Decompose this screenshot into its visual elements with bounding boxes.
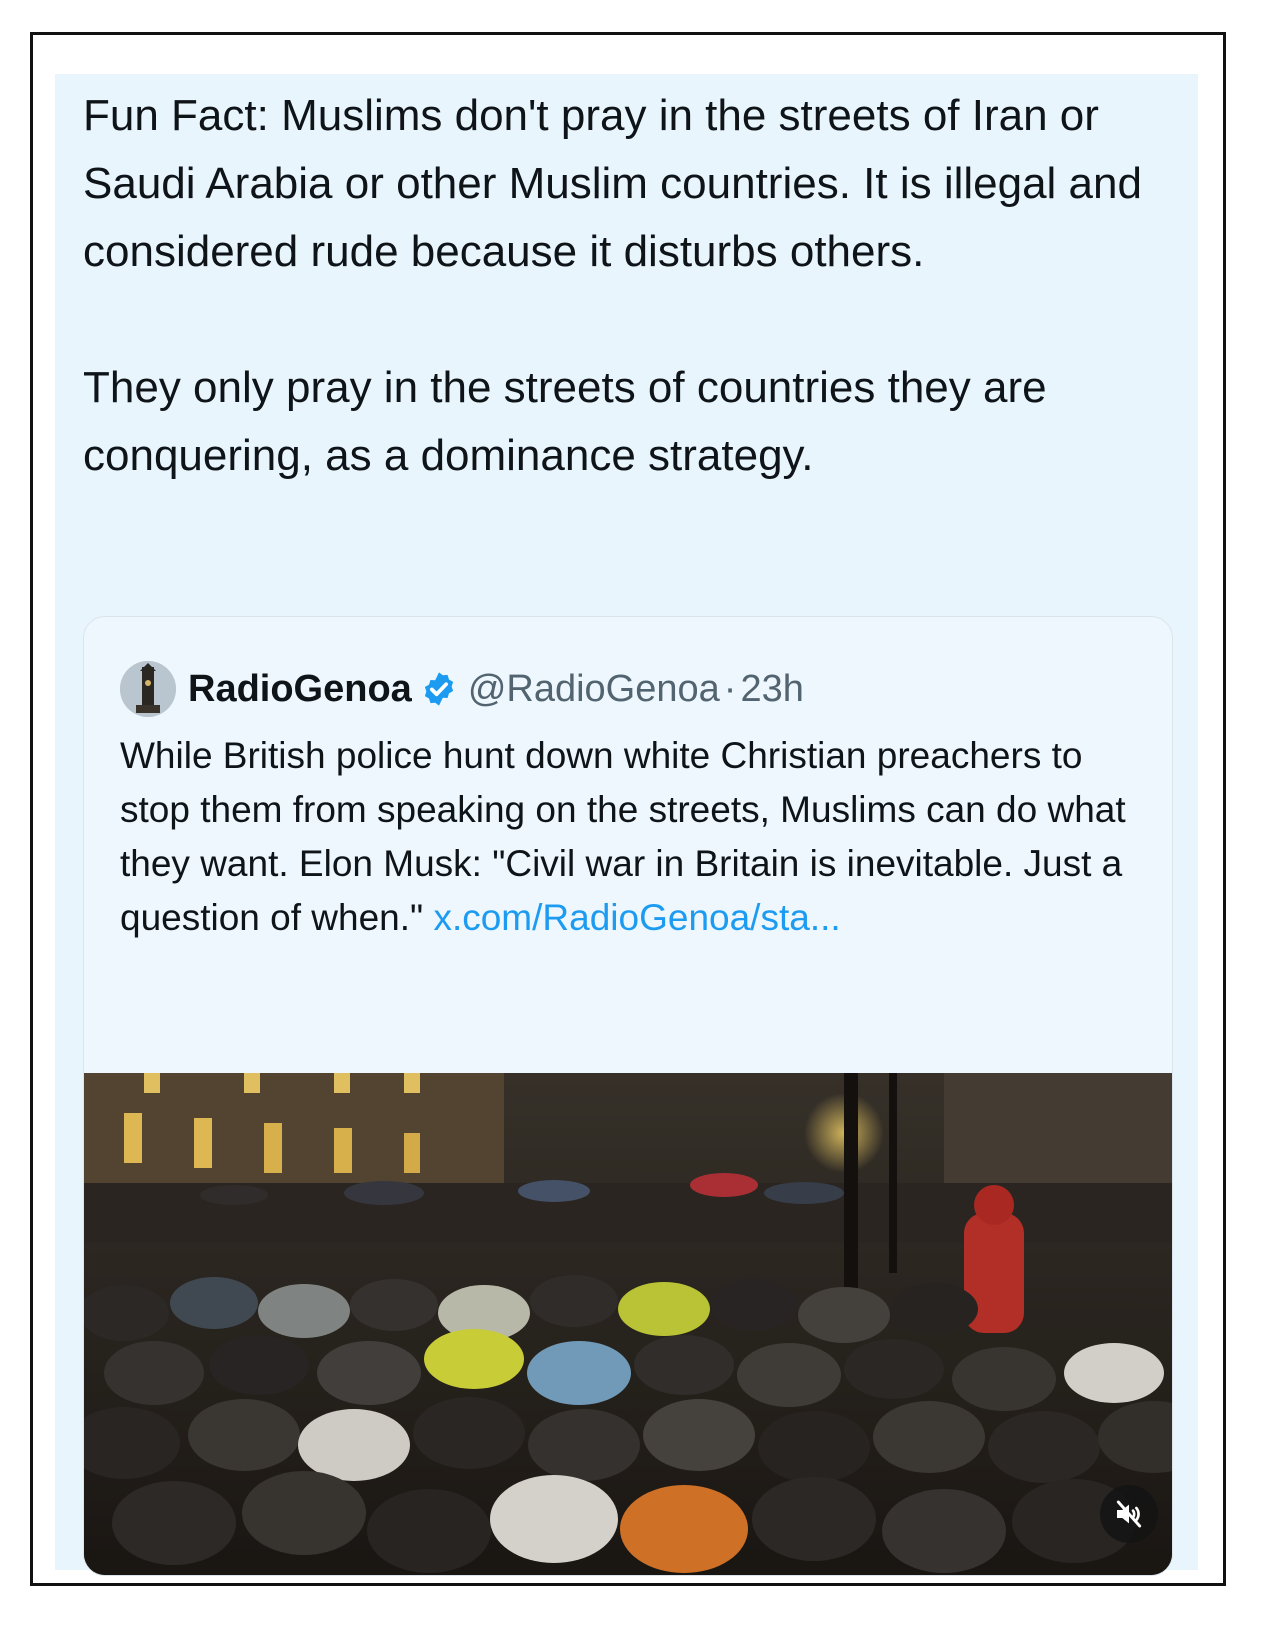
avatar[interactable]: [120, 661, 176, 717]
video-player[interactable]: [84, 1073, 1172, 1575]
post-time[interactable]: 23h: [740, 668, 803, 711]
verified-badge-icon: [424, 672, 453, 706]
post-paragraph-2: They only pray in the streets of countri…: [83, 363, 1047, 480]
video-frame: [84, 1073, 1172, 1575]
quoted-post-link[interactable]: x.com/RadioGenoa/sta...: [433, 897, 840, 938]
author-name[interactable]: RadioGenoa: [188, 668, 412, 711]
post-paragraph-1: Fun Fact: Muslims don't pray in the stre…: [83, 91, 1142, 276]
post-text: Fun Fact: Muslims don't pray in the stre…: [83, 82, 1173, 490]
quoted-post-header: RadioGenoa @RadioGenoa · 23h: [120, 661, 804, 717]
quoted-post-body: While British police hunt down white Chr…: [120, 729, 1130, 945]
author-handle[interactable]: @RadioGenoa: [468, 668, 720, 711]
separator-dot: ·: [723, 667, 737, 710]
post: Fun Fact: Muslims don't pray in the stre…: [55, 74, 1198, 1576]
quoted-post[interactable]: RadioGenoa @RadioGenoa · 23h While Briti…: [83, 616, 1173, 1576]
muted-speaker-icon: [1116, 1500, 1142, 1528]
mute-button[interactable]: [1100, 1485, 1158, 1543]
